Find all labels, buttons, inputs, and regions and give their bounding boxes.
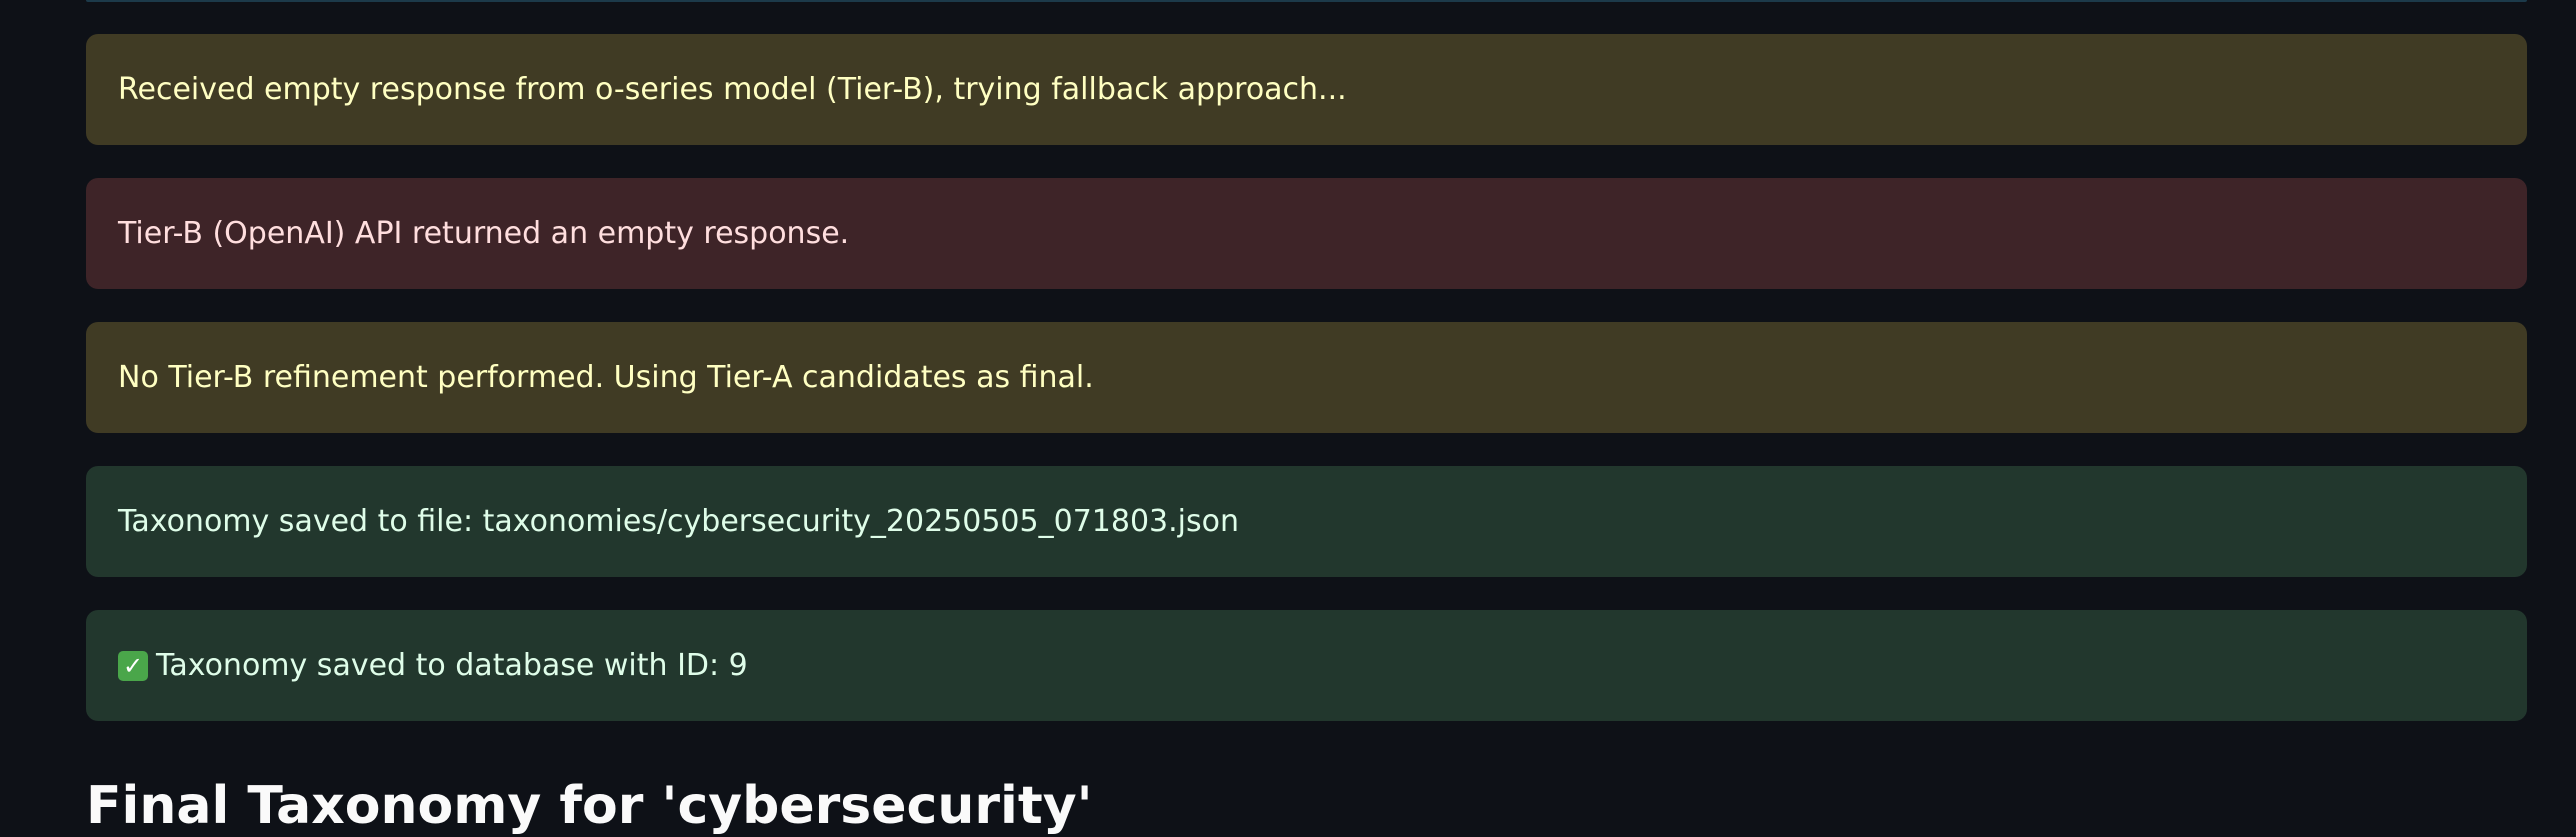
error-alert-api-empty: Tier-B (OpenAI) API returned an empty re… [86,178,2527,289]
alert-text: Tier-B (OpenAI) API returned an empty re… [118,215,850,251]
alert-text: No Tier-B refinement performed. Using Ti… [118,359,1094,395]
success-alert-saved-file: Taxonomy saved to file: taxonomies/cyber… [86,466,2527,577]
previous-alert-edge [86,0,2527,2]
warning-alert-no-refinement: No Tier-B refinement performed. Using Ti… [86,322,2527,433]
alert-text: Taxonomy saved to file: taxonomies/cyber… [118,503,1240,539]
alert-text: Taxonomy saved to database with ID: 9 [156,647,748,683]
success-alert-saved-database: ✓ Taxonomy saved to database with ID: 9 [86,610,2527,721]
warning-alert-empty-response: Received empty response from o-series mo… [86,34,2527,145]
check-icon: ✓ [118,650,148,681]
alert-text: Received empty response from o-series mo… [118,71,1347,107]
page-section-heading: Final Taxonomy for 'cybersecurity' [86,776,1093,836]
